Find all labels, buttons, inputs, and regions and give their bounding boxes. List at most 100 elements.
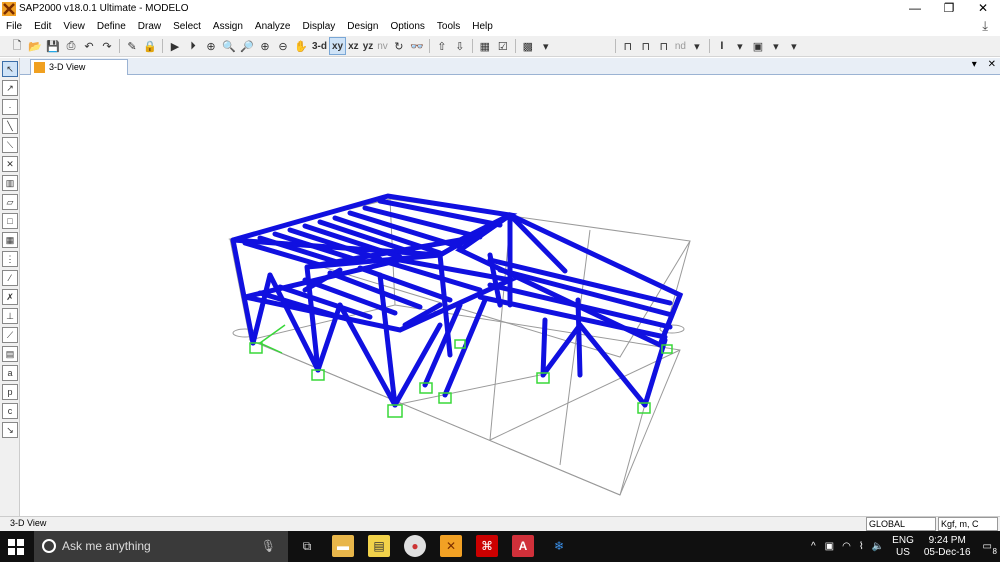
draw-braces-icon[interactable]: ✕	[2, 156, 18, 172]
microphone-icon[interactable]: 🎙	[261, 531, 276, 562]
edit-pencil-icon[interactable]: ✎	[123, 37, 141, 55]
pan-hand-icon[interactable]: ✋	[292, 37, 310, 55]
clear-selection-icon[interactable]: c	[2, 403, 18, 419]
print-icon[interactable]: ⎙	[62, 37, 80, 55]
menu-options[interactable]: Options	[384, 21, 430, 32]
language-indicator[interactable]: ENG US	[892, 535, 914, 559]
snap-lines-icon[interactable]: ⟋	[2, 327, 18, 343]
tab-3d-view[interactable]: 3-D View	[30, 59, 128, 75]
tab-menu-icon[interactable]: ▾	[972, 59, 977, 70]
sap2000-taskbar-icon[interactable]: ✕	[440, 535, 462, 557]
menu-select[interactable]: Select	[167, 21, 207, 32]
display-options-icon[interactable]: ▦	[476, 37, 494, 55]
view-yz-button[interactable]: yz	[361, 37, 376, 55]
menu-view[interactable]: View	[57, 21, 91, 32]
dropdown-arrow-icon[interactable]: ▾	[731, 37, 749, 55]
task-view-icon[interactable]: ⧉	[296, 535, 318, 557]
draw-poly-area-icon[interactable]: ▱	[2, 194, 18, 210]
file-explorer-icon[interactable]: ▬	[332, 535, 354, 557]
draw-frame-icon[interactable]: ╲	[2, 118, 18, 134]
autocad-icon[interactable]: A	[512, 535, 534, 557]
acrobat-icon[interactable]: ⌘	[476, 535, 498, 557]
assign-grid-icon[interactable]: ▩	[519, 37, 537, 55]
select-previous-icon[interactable]: p	[2, 384, 18, 400]
zoom-in-icon[interactable]: ⊕	[256, 37, 274, 55]
move-down-icon[interactable]: ⇩	[451, 37, 469, 55]
frame-loads-icon[interactable]: ⊓	[655, 37, 673, 55]
quick-draw-frame-icon[interactable]: ⟍	[2, 137, 18, 153]
snap-joints-icon[interactable]: ⋮	[2, 251, 18, 267]
menu-assign[interactable]: Assign	[207, 21, 249, 32]
perspective-icon[interactable]: 👓	[408, 37, 426, 55]
download-icon[interactable]: ⤓	[976, 18, 994, 34]
zoom-previous-icon[interactable]: 🔎	[238, 37, 256, 55]
coord-system-select[interactable]: GLOBAL	[866, 517, 936, 531]
show-hidden-icons-icon[interactable]: ^	[811, 541, 816, 552]
select-all-icon[interactable]: a	[2, 365, 18, 381]
snap-ends-icon[interactable]: ⁄	[2, 270, 18, 286]
snap-intersections-icon[interactable]: ✗	[2, 289, 18, 305]
menu-help[interactable]: Help	[466, 21, 499, 32]
windows-start-icon[interactable]	[8, 539, 24, 555]
move-up-icon[interactable]: ⇧	[433, 37, 451, 55]
units-select[interactable]: Kgf, m, C	[938, 517, 998, 531]
menu-draw[interactable]: Draw	[132, 21, 167, 32]
open-file-icon[interactable]: 📂	[26, 37, 44, 55]
draw-rect-area-icon[interactable]: □	[2, 213, 18, 229]
network-icon[interactable]: ◠	[842, 541, 851, 552]
menu-analyze[interactable]: Analyze	[249, 21, 297, 32]
menu-display[interactable]: Display	[297, 21, 342, 32]
zoom-out-icon[interactable]: ⊖	[274, 37, 292, 55]
frame-supports-icon[interactable]: ⊓	[637, 37, 655, 55]
menu-design[interactable]: Design	[341, 21, 384, 32]
taskbar-search[interactable]: Ask me anything 🎙	[34, 531, 288, 562]
action-center-icon[interactable]: ▭ 8	[983, 541, 997, 556]
pointer-icon[interactable]: ↖	[2, 61, 18, 77]
menu-define[interactable]: Define	[91, 21, 132, 32]
volume-icon[interactable]: 🔈	[872, 541, 884, 552]
structure-3d-view[interactable]	[20, 75, 1000, 516]
frame-outline-icon[interactable]: ⊓	[619, 37, 637, 55]
menu-tools[interactable]: Tools	[431, 21, 466, 32]
view-nd-button[interactable]: nd	[673, 37, 688, 55]
view-xy-button[interactable]: xy	[329, 37, 347, 55]
view-nv-button[interactable]: nv	[375, 37, 390, 55]
frame-members[interactable]	[230, 193, 684, 408]
sticky-notes-icon[interactable]: ▤	[368, 535, 390, 557]
minimize-button[interactable]: —	[898, 0, 932, 17]
snap-perpendicular-icon[interactable]: ⊥	[2, 308, 18, 324]
section-i-icon[interactable]: I	[713, 37, 731, 55]
reshape-icon[interactable]: ↗	[2, 80, 18, 96]
draw-joint-icon[interactable]: ·	[2, 99, 18, 115]
view-3d-button[interactable]: 3-d	[310, 37, 329, 55]
etabs-icon[interactable]: ❄	[548, 535, 570, 557]
menu-edit[interactable]: Edit	[28, 21, 57, 32]
zoom-window-icon[interactable]: ⊕	[202, 37, 220, 55]
close-button[interactable]: ✕	[966, 0, 1000, 17]
dropdown-arrow-icon[interactable]: ▾	[537, 37, 555, 55]
tab-close-icon[interactable]: ✕	[988, 59, 996, 70]
new-file-icon[interactable]: 🗋	[8, 37, 26, 55]
zoom-extents-icon[interactable]: 🔍	[220, 37, 238, 55]
dropdown-arrow-icon[interactable]: ▾	[785, 37, 803, 55]
check-box-icon[interactable]: ☑	[494, 37, 512, 55]
undo-icon[interactable]: ↶	[80, 37, 98, 55]
dropdown-arrow-icon[interactable]: ▾	[767, 37, 785, 55]
dropdown-arrow-icon[interactable]: ▾	[688, 37, 706, 55]
run-options-icon[interactable]: ⏵	[184, 37, 202, 55]
taskbar-clock[interactable]: 9:24 PM 05-Dec-16	[924, 535, 971, 559]
rotate-view-icon[interactable]: ↻	[390, 37, 408, 55]
intersecting-line-icon[interactable]: ↘	[2, 422, 18, 438]
run-analysis-icon[interactable]: ▶	[166, 37, 184, 55]
lock-icon[interactable]: 🔒	[141, 37, 159, 55]
quick-draw-area-icon[interactable]: ▦	[2, 232, 18, 248]
draw-secondary-beams-icon[interactable]: ▥	[2, 175, 18, 191]
area-section-icon[interactable]: ▣	[749, 37, 767, 55]
tray-app-icon[interactable]: ▣	[825, 541, 834, 552]
save-icon[interactable]: 💾	[44, 37, 62, 55]
wireless-icon[interactable]: ⌇	[859, 541, 864, 552]
redo-icon[interactable]: ↷	[98, 37, 116, 55]
model-canvas[interactable]	[20, 75, 1000, 516]
chrome-icon[interactable]: ●	[404, 535, 426, 557]
restore-button[interactable]: ❐	[932, 0, 966, 17]
